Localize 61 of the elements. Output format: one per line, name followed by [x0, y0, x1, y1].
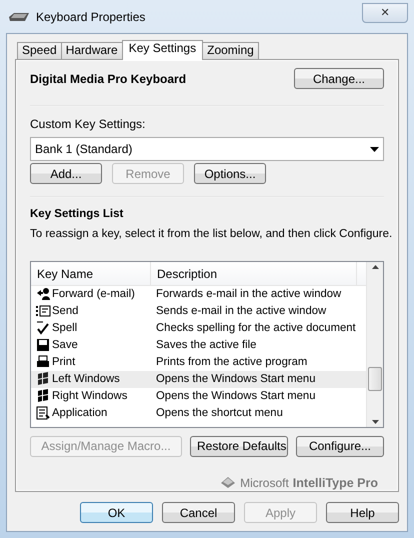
brand-company: Microsoft [240, 474, 289, 492]
key-description: Opens the Windows Start menu [155, 372, 316, 387]
key-description: Prints from the active program [155, 354, 308, 370]
dropdown-arrow-icon [370, 146, 379, 152]
key-name: Application [52, 406, 108, 421]
key-name: Spell [52, 320, 78, 336]
field-label: Custom Key Settings: [30, 116, 146, 133]
tab[interactable]: Key Settings [122, 40, 204, 60]
key-description: Saves the active file [155, 338, 256, 353]
key-description: Opens the Windows Start menu [155, 388, 316, 404]
list-icon [36, 304, 51, 318]
key-description: Sends e-mail in the active window [155, 304, 326, 319]
dialog-button[interactable]: OK [80, 502, 153, 523]
brand-product: IntelliType Pro [292, 474, 378, 492]
key-name: Send [52, 304, 78, 319]
bank-dropdown[interactable]: Bank 1 (Standard) [30, 137, 384, 161]
tab[interactable]: Hardware [60, 42, 123, 59]
key-row[interactable]: Save Saves the active file [31, 336, 366, 354]
tab[interactable]: Speed [17, 42, 62, 59]
key-name: Forward (e-mail) [52, 286, 135, 302]
key-row[interactable]: Left Windows Opens the Windows Start menu [31, 370, 366, 388]
key-row[interactable]: Send Sends e-mail in the active window [31, 302, 366, 320]
keyboard-icon [8, 12, 30, 22]
flag-icon [36, 372, 51, 386]
key-name: Left Windows [52, 372, 120, 387]
list-button[interactable]: Configure... [296, 436, 384, 456]
key-name: Right Windows [52, 388, 128, 404]
person-arrow-icon [36, 287, 51, 301]
key-description: Checks spelling for the active document [155, 320, 356, 336]
printer-icon [36, 355, 51, 369]
instruction-text: To reassign a key, select it from the list below, and then click Configure. [30, 227, 392, 242]
list-button[interactable]: Restore Defaults [190, 436, 288, 456]
scroll-up-icon[interactable] [372, 264, 378, 268]
device-name: Digital Media Pro Keyboard [30, 71, 186, 88]
key-name: Save [52, 338, 78, 353]
key-description: Forwards e-mail in the active window [155, 286, 342, 302]
section-heading: Key Settings List [30, 207, 124, 222]
key-row[interactable]: Right Windows Opens the Windows Start menu [31, 388, 366, 404]
key-name: Print [52, 354, 76, 370]
dialog-button[interactable]: Help [326, 502, 399, 523]
tab[interactable]: Zooming [202, 42, 259, 59]
column-header[interactable]: Description [151, 262, 357, 284]
scroll-thumb[interactable] [368, 367, 382, 391]
window-title: Keyboard Properties [36, 8, 146, 26]
key-row[interactable]: Spell Checks spelling for the active document [31, 320, 366, 336]
logo-icon [220, 476, 236, 490]
scrollbar[interactable] [366, 262, 383, 426]
dialog-button[interactable]: Cancel [162, 502, 235, 523]
key-description: Opens the shortcut menu [155, 406, 283, 421]
key-row[interactable]: Application Opens the shortcut menu [31, 404, 366, 422]
column-header[interactable]: Key Name [31, 262, 151, 284]
check-mark-icon [36, 321, 51, 335]
scroll-down-icon[interactable] [372, 420, 378, 424]
document-icon [36, 406, 51, 420]
key-row[interactable]: Print Prints from the active program [31, 354, 366, 370]
change-button[interactable]: Change... [294, 68, 384, 89]
flag-icon [36, 389, 51, 403]
bank-button[interactable]: Options... [194, 163, 266, 184]
close-button[interactable]: ✕ [362, 2, 408, 22]
bank-button[interactable]: Add... [30, 163, 102, 184]
key-row[interactable]: Forward (e-mail) Forwards e-mail in the active window [31, 286, 366, 302]
